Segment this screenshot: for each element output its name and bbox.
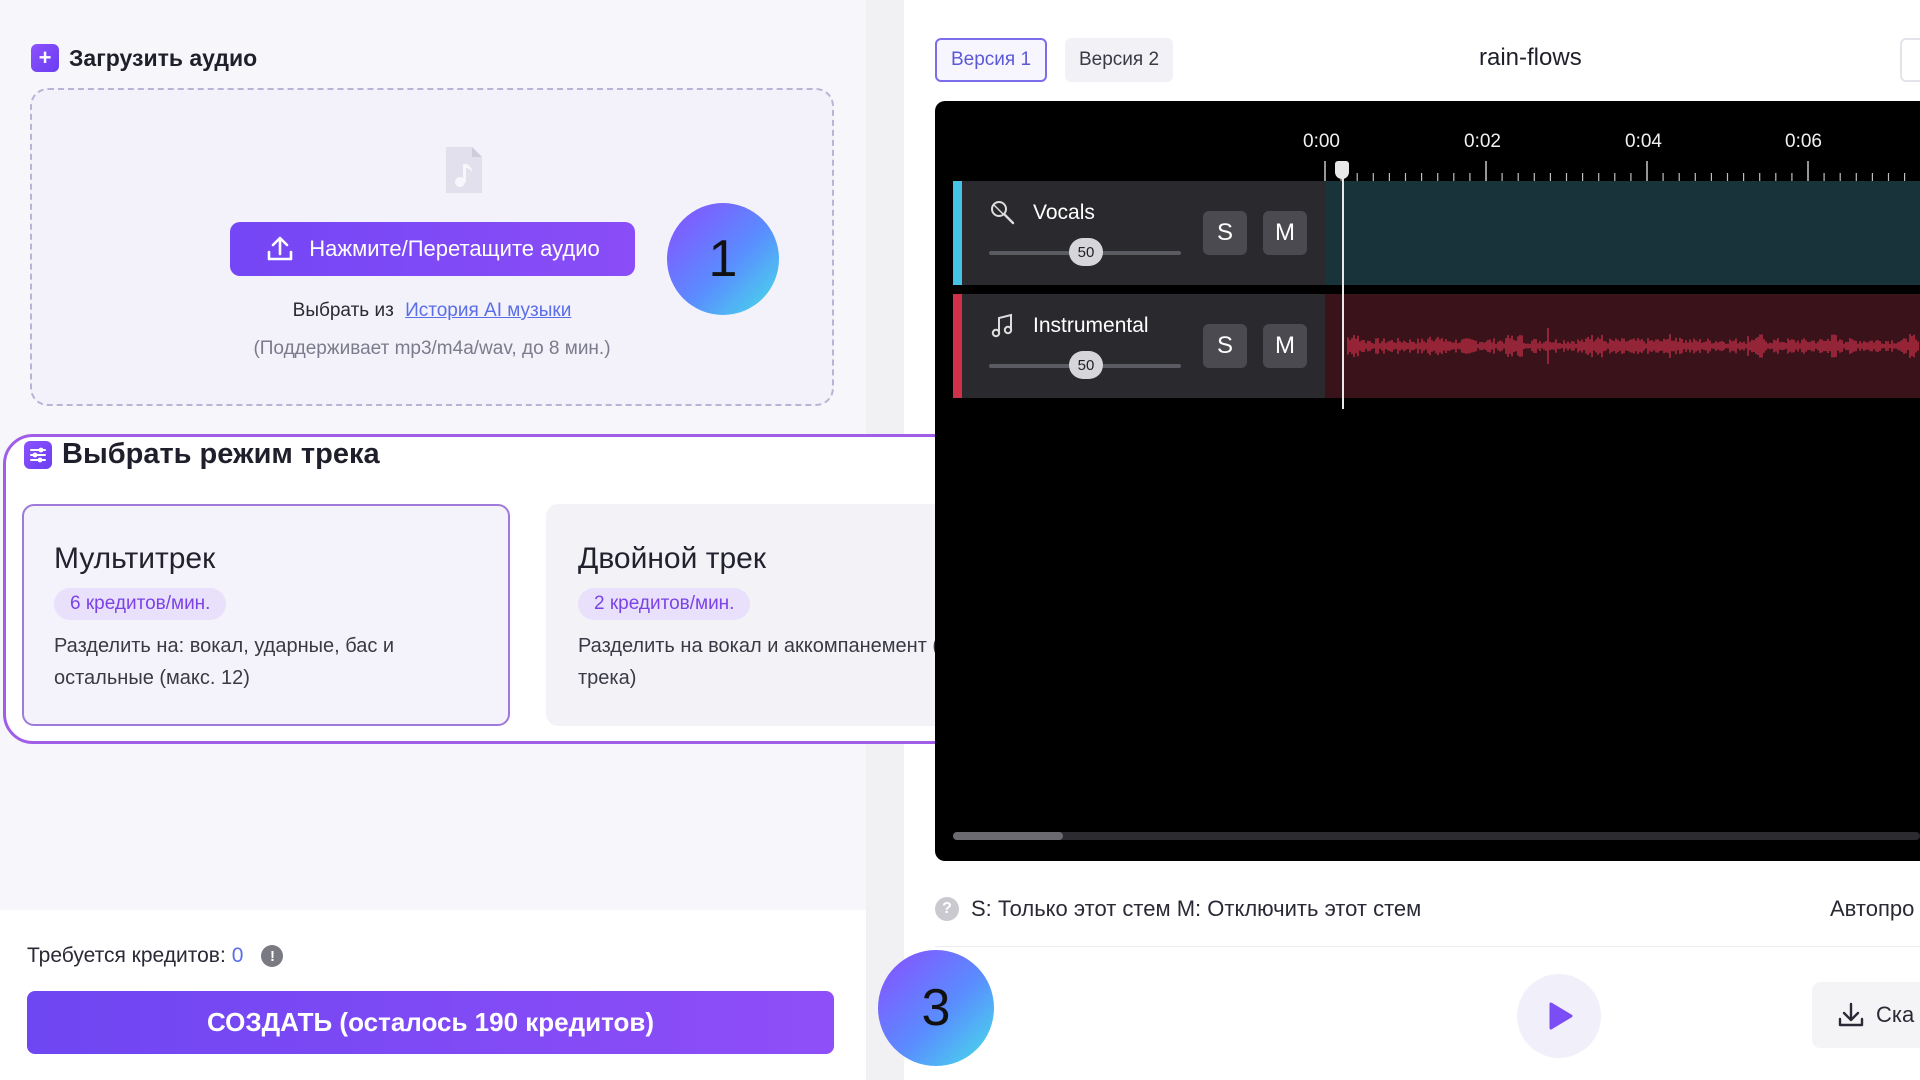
solo-button[interactable]: S xyxy=(1203,211,1247,255)
track-lane-instrumental[interactable] xyxy=(1325,294,1920,398)
autoplay-label[interactable]: Автопро xyxy=(1830,896,1914,922)
upload-title: Загрузить аудио xyxy=(69,44,258,71)
tick-label: 0:00 xyxy=(1303,131,1340,152)
upload-button-label: Нажмите/Перетащите аудио xyxy=(309,236,600,261)
horizontal-scrollbar[interactable] xyxy=(953,832,1920,840)
step-badge-3: 3 xyxy=(878,950,994,1066)
step-badge-1: 1 xyxy=(667,203,779,315)
tab-version-1[interactable]: Версия 1 xyxy=(935,38,1048,82)
upload-section-header: + Загрузить аудио xyxy=(31,44,257,72)
download-icon xyxy=(1838,1002,1864,1027)
stem-hint: ? S: Только этот стем M: Отключить этот … xyxy=(935,896,1429,922)
playhead[interactable] xyxy=(1342,163,1344,409)
supported-formats-text: (Поддерживает mp3/m4a/wav, до 8 мин.) xyxy=(253,338,611,359)
timeline-ticks xyxy=(1324,161,1906,181)
card-title: Мультитрек xyxy=(54,542,216,575)
volume-slider[interactable]: 50 xyxy=(989,351,1181,379)
track-mode-header: Выбрать режим трека xyxy=(24,438,380,471)
plus-icon: + xyxy=(31,44,59,72)
tick-label: 0:04 xyxy=(1625,131,1662,152)
toolbar-button[interactable] xyxy=(1900,38,1920,82)
upload-icon xyxy=(267,236,293,261)
music-file-icon xyxy=(446,147,482,193)
info-icon[interactable]: ! xyxy=(261,945,284,967)
card-price-badge: 6 кредитов/мин. xyxy=(54,588,227,620)
hint-text: S: Только этот стем M: Отключить этот ст… xyxy=(971,896,1422,921)
track-name: Instrumental xyxy=(1033,314,1149,337)
track-title: rain-flows xyxy=(1479,44,1582,71)
track-controls: Instrumental 50 S M xyxy=(953,294,1325,398)
track-row-instrumental: Instrumental 50 S M xyxy=(953,294,1920,398)
choose-prefix: Выбрать из xyxy=(292,300,394,321)
volume-knob[interactable]: 50 xyxy=(1069,238,1103,266)
volume-knob[interactable]: 50 xyxy=(1069,351,1103,379)
upload-audio-button[interactable]: Нажмите/Перетащите аудио xyxy=(230,222,635,276)
card-description: Разделить на: вокал, ударные, бас и оста… xyxy=(54,635,395,689)
instrumental-waveform xyxy=(1347,328,1919,364)
credits-required: Требуется кредитов: 0 ! xyxy=(27,944,284,968)
mute-button[interactable]: M xyxy=(1263,211,1307,255)
tab-version-2[interactable]: Версия 2 xyxy=(1065,38,1174,82)
microphone-icon xyxy=(991,201,1015,225)
track-controls: Vocals 50 S M xyxy=(953,181,1325,285)
credits-label: Требуется кредитов: xyxy=(27,944,226,967)
credits-value: 0 xyxy=(231,944,244,967)
play-button[interactable] xyxy=(1517,974,1601,1058)
track-color-stripe xyxy=(953,181,962,285)
timeline-ruler: 0:00 0:02 0:04 0:06 xyxy=(935,101,1920,181)
tick-label: 0:06 xyxy=(1785,131,1822,152)
divider xyxy=(935,946,1920,947)
solo-button[interactable]: S xyxy=(1203,324,1247,368)
stem-editor: 0:00 0:02 0:04 0:06 Vocals 50 S M Instru… xyxy=(935,101,1920,861)
mute-button[interactable]: M xyxy=(1263,324,1307,368)
track-lane-vocals[interactable] xyxy=(1325,181,1920,285)
scrollbar-thumb[interactable] xyxy=(953,832,1063,840)
track-name: Vocals xyxy=(1033,201,1095,224)
ai-music-history-link[interactable]: История AI музыки xyxy=(405,300,571,321)
mode-card-multitrack[interactable]: Мультитрек 6 кредитов/мин. Разделить на:… xyxy=(22,504,510,726)
volume-slider[interactable]: 50 xyxy=(989,238,1181,266)
music-note-icon xyxy=(991,313,1013,338)
track-mode-title: Выбрать режим трека xyxy=(62,438,380,470)
play-icon xyxy=(1549,1002,1573,1030)
track-row-vocals: Vocals 50 S M xyxy=(953,181,1920,285)
download-label: Ска xyxy=(1876,1002,1915,1027)
help-icon[interactable]: ? xyxy=(935,897,959,921)
download-button[interactable]: Ска xyxy=(1812,982,1920,1048)
card-price-badge: 2 кредитов/мин. xyxy=(578,588,751,620)
card-title: Двойной трек xyxy=(578,542,766,575)
create-button[interactable]: СОЗДАТЬ (осталось 190 кредитов) xyxy=(27,991,834,1054)
sliders-icon xyxy=(24,440,52,469)
tick-label: 0:02 xyxy=(1464,131,1501,152)
track-color-stripe xyxy=(953,294,962,398)
